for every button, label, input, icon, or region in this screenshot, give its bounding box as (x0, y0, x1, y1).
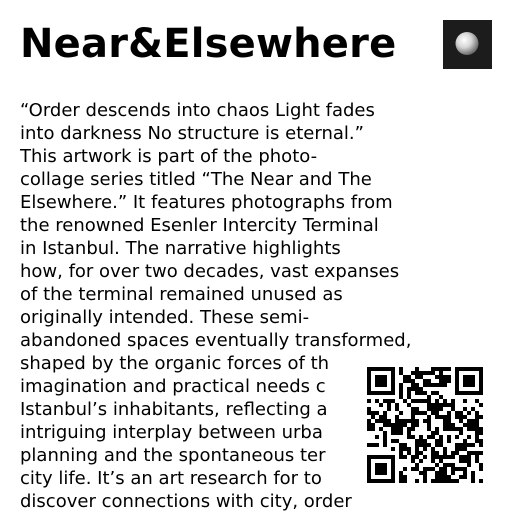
description-line: “Order descends into chaos Light fades (20, 100, 375, 121)
artwork-page: Near&Elsewhere “Order descends into chao… (0, 0, 512, 512)
page-title: Near&Elsewhere (20, 21, 397, 67)
sphere-thumbnail[interactable] (443, 20, 492, 69)
description-line: of the terminal remained unused as (20, 284, 343, 305)
description-line: This artwork is part of the photo- (20, 146, 318, 167)
description-line: collage series titled “The Near and The (20, 169, 372, 190)
description-line: discover connections with city, order (20, 491, 352, 512)
description-line: how, for over two decades, vast expanses (20, 261, 400, 282)
description-line: in Istanbul. The narrative highlights (20, 238, 341, 259)
description-line: Elsewhere.” It features photographs from (20, 192, 393, 213)
description-line: the renowned Esenler Intercity Terminal (20, 215, 379, 236)
sphere-icon (443, 20, 492, 69)
description-line: originally intended. These semi- (20, 307, 310, 328)
qr-code-icon (362, 362, 489, 489)
description-line: into darkness No structure is eternal.” (20, 123, 364, 144)
description-line: abandoned spaces eventually transformed, (20, 330, 412, 351)
qr-code[interactable] (362, 362, 489, 489)
